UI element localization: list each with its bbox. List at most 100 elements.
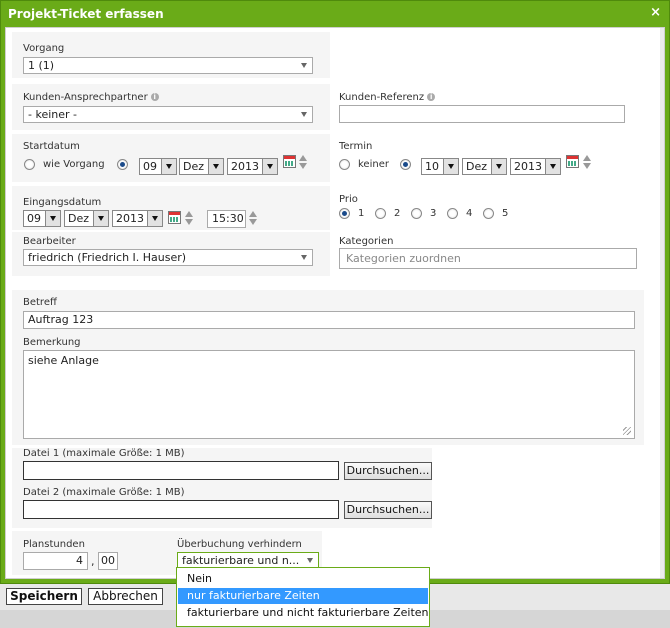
termin-day-value: 10 (425, 160, 439, 173)
eingangsdatum-month-value: Dez (68, 212, 90, 225)
ansprechpartner-value: - keiner - (28, 108, 77, 121)
kunden-referenz-label: Kunden-Referenz i (339, 92, 436, 103)
planstunden-minutes-input[interactable]: 00 (98, 552, 118, 570)
dropdown-arrow-icon (545, 159, 560, 174)
datei2-browse-button[interactable]: Durchsuchen... (344, 501, 432, 519)
ansprechpartner-label: Kunden-Ansprechpartner i (23, 92, 159, 103)
spinner-icon[interactable] (249, 210, 257, 227)
dropdown-arrow-icon (93, 211, 108, 226)
startdatum-wie-vorgang-label: wie Vorgang (43, 159, 105, 170)
dialog: Projekt-Ticket erfassen × Vorgang 1 (1) … (0, 0, 670, 584)
kategorien-label: Kategorien (339, 236, 394, 247)
datei1-browse-button[interactable]: Durchsuchen... (344, 462, 432, 480)
chevron-down-icon (307, 558, 313, 563)
planstunden-separator: , (91, 555, 95, 568)
prio-option-3: 3 (430, 208, 437, 219)
termin-radio-datum[interactable] (400, 159, 411, 170)
prio-radio-5[interactable] (483, 208, 494, 219)
bemerkung-label: Bemerkung (23, 337, 81, 348)
ueberbuchung-value: fakturierbare und n... (182, 554, 300, 567)
resize-grip-icon[interactable] (623, 427, 631, 435)
startdatum-month-value: Dez (183, 160, 205, 173)
dialog-titlebar[interactable]: Projekt-Ticket erfassen × (1, 1, 669, 27)
chevron-down-icon (301, 63, 307, 68)
prio-radio-3[interactable] (411, 208, 422, 219)
close-icon[interactable]: × (650, 5, 661, 20)
ansprechpartner-select[interactable]: - keiner - (23, 106, 313, 123)
info-icon[interactable]: i (150, 93, 159, 101)
spinner-icon[interactable] (185, 210, 193, 227)
bemerkung-textarea[interactable]: siehe Anlage (23, 350, 635, 439)
chevron-down-icon (301, 112, 307, 117)
bearbeiter-value: friedrich (Friedrich I. Hauser) (28, 251, 187, 264)
termin-keiner-label: keiner (358, 159, 389, 170)
termin-year-value: 2013 (514, 160, 542, 173)
prio-option-2: 2 (394, 208, 401, 219)
ansprechpartner-label-text: Kunden-Ansprechpartner (23, 92, 148, 103)
prio-option-4: 4 (466, 208, 473, 219)
save-button[interactable]: Speichern (6, 588, 82, 605)
eingangsdatum-year-value: 2013 (116, 212, 144, 225)
prio-option-1: 1 (358, 208, 365, 219)
prio-option-5: 5 (502, 208, 509, 219)
vorgang-select[interactable]: 1 (1) (23, 57, 313, 74)
dialog-content: Vorgang 1 (1) Kunden-Ansprechpartner i - … (5, 27, 665, 579)
vorgang-label: Vorgang (23, 43, 65, 54)
bearbeiter-label: Bearbeiter (23, 236, 76, 247)
prio-radio-4[interactable] (447, 208, 458, 219)
termin-label: Termin (339, 141, 373, 152)
datei1-label: Datei 1 (maximale Größe: 1 MB) (23, 448, 185, 459)
prio-label: Prio (339, 194, 358, 205)
datei2-label: Datei 2 (maximale Größe: 1 MB) (23, 487, 185, 498)
spinner-icon[interactable] (583, 154, 591, 171)
kategorien-input[interactable]: Kategorien zuordnen (339, 248, 637, 269)
betreff-input[interactable]: Auftrag 123 (23, 311, 635, 329)
startdatum-radio-datum[interactable] (117, 159, 128, 170)
dropdown-arrow-icon (443, 159, 458, 174)
calendar-icon[interactable] (168, 211, 181, 224)
termin-year-select[interactable]: 2013 (510, 158, 561, 175)
eingangsdatum-time-input[interactable]: 15:30 (207, 210, 246, 228)
ueberbuchung-label: Überbuchung verhindern (177, 539, 302, 550)
spinner-icon[interactable] (299, 154, 307, 171)
eingangsdatum-day-value: 09 (27, 212, 41, 225)
eingangsdatum-month-select[interactable]: Dez (64, 210, 109, 227)
dropdown-arrow-icon (147, 211, 162, 226)
startdatum-month-select[interactable]: Dez (179, 158, 224, 175)
planstunden-hours-input[interactable]: 4 (23, 552, 88, 570)
termin-radio-keiner[interactable] (339, 159, 350, 170)
chevron-down-icon (301, 255, 307, 260)
calendar-icon[interactable] (566, 155, 579, 168)
info-icon[interactable]: i (427, 93, 436, 101)
startdatum-year-select[interactable]: 2013 (227, 158, 278, 175)
prio-radio-2[interactable] (375, 208, 386, 219)
cancel-button[interactable]: Abbrechen (88, 588, 163, 605)
dropdown-arrow-icon (45, 211, 60, 226)
eingangsdatum-label: Eingangsdatum (23, 197, 102, 208)
ueberbuchung-option-nur-fakturierbar[interactable]: nur fakturierbare Zeiten (178, 588, 428, 604)
calendar-icon[interactable] (283, 155, 296, 168)
eingangsdatum-year-select[interactable]: 2013 (112, 210, 163, 227)
datei2-file-input[interactable] (23, 500, 339, 519)
ueberbuchung-option-nein[interactable]: Nein (178, 571, 428, 587)
dropdown-arrow-icon (161, 159, 176, 174)
kunden-referenz-input[interactable] (339, 105, 625, 123)
startdatum-radio-wie-vorgang[interactable] (24, 159, 35, 170)
betreff-label: Betreff (23, 297, 57, 308)
termin-month-select[interactable]: Dez (462, 158, 507, 175)
termin-month-value: Dez (466, 160, 488, 173)
ueberbuchung-dropdown-list: Nein nur fakturierbare Zeiten fakturierb… (176, 567, 430, 627)
dropdown-arrow-icon (262, 159, 277, 174)
bemerkung-value: siehe Anlage (28, 354, 99, 367)
startdatum-day-select[interactable]: 09 (139, 158, 177, 175)
prio-radio-1[interactable] (339, 208, 350, 219)
termin-day-select[interactable]: 10 (421, 158, 459, 175)
datei1-file-input[interactable] (23, 461, 339, 480)
scrollbar[interactable] (660, 28, 664, 578)
eingangsdatum-day-select[interactable]: 09 (23, 210, 61, 227)
ueberbuchung-option-beide[interactable]: fakturierbare und nicht fakturierbare Ze… (178, 605, 429, 621)
startdatum-label: Startdatum (23, 141, 80, 152)
planstunden-label: Planstunden (23, 539, 85, 550)
bearbeiter-select[interactable]: friedrich (Friedrich I. Hauser) (23, 249, 313, 266)
startdatum-day-value: 09 (143, 160, 157, 173)
